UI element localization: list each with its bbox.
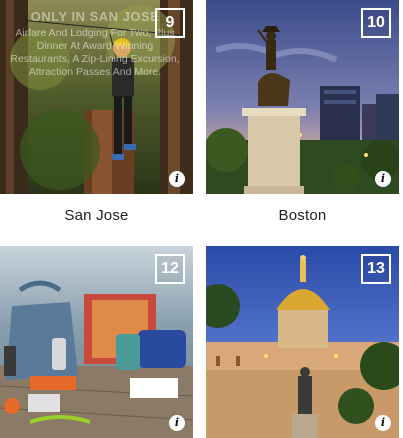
card-number-badge: 13 — [361, 254, 391, 284]
card-caption: San Jose — [64, 206, 129, 224]
card-image: 10 i — [206, 0, 399, 194]
prize-card-san-jose[interactable]: ONLY IN SAN JOSE Airfare And Lodging For… — [0, 0, 193, 236]
prize-card-12[interactable]: 12 i — [0, 246, 193, 438]
card-image: 12 i — [0, 246, 193, 438]
card-image: 13 i — [206, 246, 399, 438]
card-number-badge: 9 — [155, 8, 185, 38]
prize-card-boston[interactable]: 10 i Boston — [206, 0, 399, 236]
info-icon[interactable]: i — [169, 171, 185, 187]
card-number-badge: 12 — [155, 254, 185, 284]
card-number-badge: 10 — [361, 8, 391, 38]
card-image: ONLY IN SAN JOSE Airfare And Lodging For… — [0, 0, 193, 194]
info-icon[interactable]: i — [169, 415, 185, 431]
card-caption: Boston — [278, 206, 327, 224]
info-icon[interactable]: i — [375, 415, 391, 431]
prize-card-13[interactable]: 13 i — [206, 246, 399, 438]
info-icon[interactable]: i — [375, 171, 391, 187]
